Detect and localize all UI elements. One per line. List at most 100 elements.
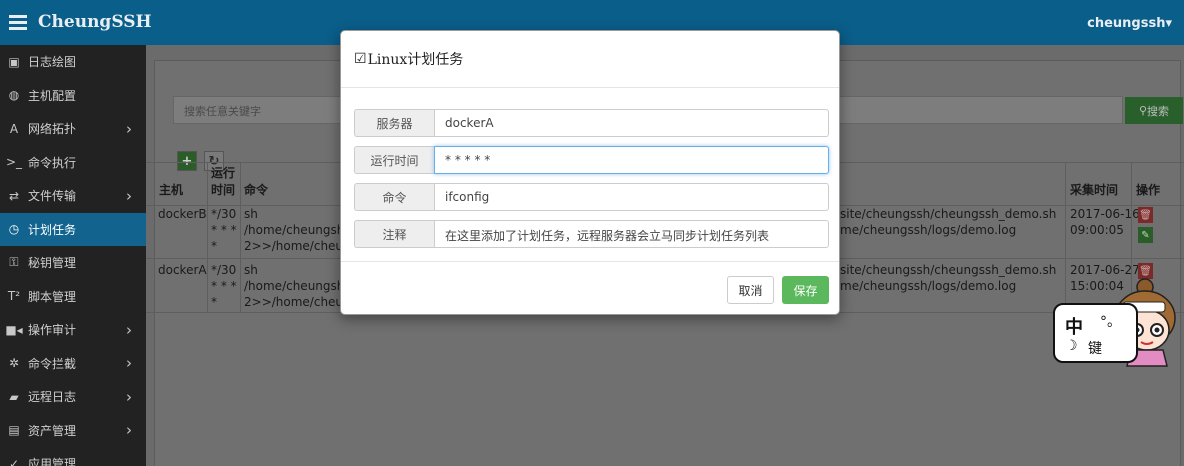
sidebar-item-label: 远程日志 — [28, 390, 77, 404]
video-icon: ■◂ — [5, 322, 23, 337]
sidebar: ▣ 日志绘图 ◍ 主机配置 A 网络拓扑 › >_ 命令执行 ⇄ 文件传输 › ◷ 计划任务 ⚿ 秘钥管理 T²… — [0, 45, 146, 466]
cell-command-right-2: me/cheungssh/logs/demo.log — [840, 223, 1017, 237]
sidebar-item[interactable]: A 网络拓扑 › — [0, 112, 146, 145]
add-task-button[interactable]: + — [177, 151, 197, 171]
cell-runtime-3: * — [211, 239, 217, 253]
sidebar-item[interactable]: >_ 命令执行 — [0, 146, 146, 179]
sidebar-item-label: 秘钥管理 — [28, 256, 77, 270]
search-icon: ⚲ — [1138, 104, 1148, 117]
trash-icon[interactable]: 🗑 — [1138, 207, 1153, 223]
cell-host: dockerA — [158, 263, 207, 277]
search-button[interactable]: ⚲ 搜索 — [1125, 97, 1183, 124]
superscript-icon: T² — [7, 289, 21, 303]
cell-collect-date: 2017-06-16 — [1070, 207, 1140, 221]
caret-down-icon: ▾ — [1165, 16, 1172, 31]
modal-footer: 取消 保存 — [341, 261, 839, 315]
menu-icon[interactable] — [9, 15, 27, 30]
edit-icon[interactable]: ✎ — [1138, 227, 1153, 243]
globe-icon: ◍ — [8, 88, 20, 102]
sidebar-item[interactable]: ◷ 计划任务 — [0, 212, 146, 246]
username: cheungssh — [1087, 16, 1166, 31]
thumbs-up-icon: ✓ — [8, 456, 20, 466]
sidebar-item[interactable]: ⇄ 文件传输 › — [0, 179, 146, 212]
mascot-char-3: °。 — [1100, 314, 1121, 330]
user-menu[interactable]: cheungssh▾ — [1087, 16, 1172, 31]
cell-command-right-1: site/cheungssh/cheungssh_demo.sh — [840, 207, 1057, 221]
runtime-field[interactable]: * * * * * — [434, 146, 829, 174]
chevron-right-icon: › — [126, 421, 132, 439]
sidebar-item-label: 操作审计 — [28, 323, 77, 337]
form-row-comment: 注释 在这里添加了计划任务，远程服务器会立马同步计划任务列表 — [354, 220, 829, 248]
sidebar-item[interactable]: ▤ 资产管理 › — [0, 414, 146, 447]
form-row-server: 服务器 dockerA — [354, 109, 829, 137]
clock-icon: ◷ — [8, 222, 20, 236]
cell-collect-date: 2017-06-27 — [1070, 263, 1140, 277]
search-button-label: 搜索 — [1147, 104, 1170, 118]
col-header-runtime: 运行时间 — [211, 166, 236, 197]
chevron-right-icon: › — [126, 320, 132, 339]
sidebar-item-label: 主机配置 — [28, 88, 77, 103]
table-col-border — [207, 162, 208, 312]
sidebar-item-label: 应用管理 — [28, 457, 77, 466]
form-row-runtime: 运行时间 * * * * * — [354, 146, 829, 174]
brand-title[interactable]: CheungSSH — [38, 12, 152, 32]
chevron-right-icon: › — [126, 354, 132, 372]
sidebar-item-label: 脚本管理 — [28, 289, 77, 304]
col-header-host: 主机 — [159, 183, 184, 197]
save-button[interactable]: 保存 — [782, 276, 829, 304]
cell-runtime-2: * * * — [211, 223, 237, 237]
runtime-label: 运行时间 — [354, 146, 434, 174]
input-method-mascot[interactable]: 中 °。 ☽ 键 — [1053, 278, 1184, 368]
sidebar-item[interactable]: ▰ 远程日志 › — [0, 380, 146, 413]
cell-runtime-3: * — [211, 295, 217, 309]
mascot-char-2: 键 — [1088, 341, 1102, 357]
cell-host: dockerB — [158, 207, 207, 221]
sidebar-item-label: 命令拦截 — [28, 356, 77, 371]
font-icon: A — [9, 121, 19, 136]
sidebar-item[interactable]: ■◂ 操作审计 › — [0, 313, 146, 346]
table-col-border — [240, 162, 241, 312]
command-label: 命令 — [354, 183, 434, 211]
sidebar-item-label: 命令执行 — [28, 155, 77, 170]
cell-runtime-1: */30 — [211, 207, 237, 221]
sidebar-item-label: 网络拓扑 — [28, 122, 77, 136]
trash-icon[interactable]: 🗑 — [1138, 263, 1153, 279]
cell-command-right-2: me/cheungssh/logs/demo.log — [840, 279, 1017, 293]
cron-task-modal: ☑ Linux计划任务 服务器 dockerA 运行时间 * * * * * 命… — [340, 30, 840, 315]
sidebar-item-label: 日志绘图 — [28, 55, 77, 69]
cell-collect-time: 09:00:05 — [1070, 223, 1124, 237]
sidebar-item-label: 资产管理 — [28, 423, 77, 438]
sidebar-item-label: 计划任务 — [28, 222, 77, 237]
edit-icon: ☑ — [354, 51, 367, 67]
comment-field[interactable]: 在这里添加了计划任务，远程服务器会立马同步计划任务列表 — [434, 220, 829, 248]
image-icon: ▣ — [8, 54, 20, 69]
chevron-right-icon: › — [126, 119, 132, 138]
sidebar-item[interactable]: T² 脚本管理 — [0, 280, 146, 313]
comment-label: 注释 — [354, 220, 434, 248]
folder-open-icon: ▰ — [9, 389, 19, 404]
col-header-actions: 操作 — [1136, 183, 1161, 197]
cancel-button[interactable]: 取消 — [727, 276, 774, 304]
cell-command-1: sh — [244, 263, 258, 277]
server-field[interactable]: dockerA — [434, 109, 829, 137]
cell-command-1: sh — [244, 207, 258, 221]
transfer-icon: ⇄ — [8, 188, 20, 203]
sidebar-item[interactable]: ◍ 主机配置 — [0, 79, 146, 112]
cell-command-2: /home/cheungsh — [244, 279, 345, 293]
chevron-right-icon: › — [126, 186, 132, 205]
sidebar-item[interactable]: ▣ 日志绘图 — [0, 45, 146, 78]
key-icon: ⚿ — [9, 255, 19, 269]
col-header-command: 命令 — [244, 183, 269, 197]
cell-runtime-2: * * * — [211, 279, 237, 293]
cell-runtime-1: */30 — [211, 263, 237, 277]
form-row-command: 命令 ifconfig — [354, 183, 829, 211]
sidebar-item[interactable]: ⚿ 秘钥管理 — [0, 246, 146, 279]
sidebar-item[interactable]: ✲ 命令拦截 › — [0, 347, 146, 380]
modal-title: Linux计划任务 — [367, 52, 464, 68]
cell-command-2: /home/cheungsh — [244, 223, 345, 237]
server-label: 服务器 — [354, 109, 434, 137]
command-field[interactable]: ifconfig — [434, 183, 829, 211]
chevron-right-icon: › — [126, 387, 132, 406]
sidebar-item-label: 文件传输 — [28, 189, 77, 203]
sidebar-item[interactable]: ✓ 应用管理 — [0, 447, 146, 466]
